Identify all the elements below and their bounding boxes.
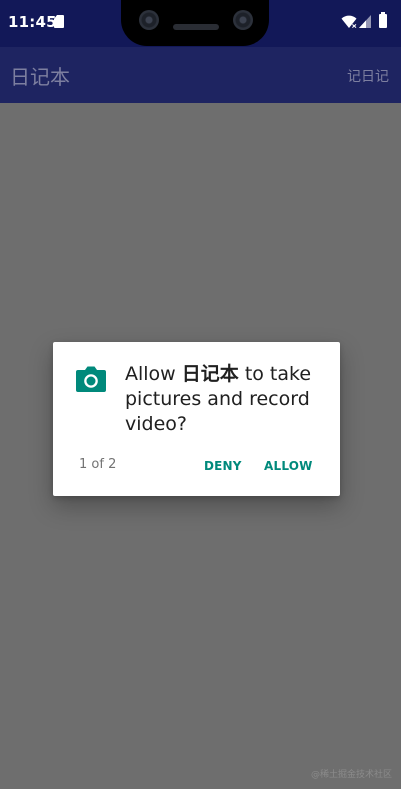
write-diary-action[interactable]: 记日记: [347, 66, 389, 86]
allow-button[interactable]: ALLOW: [264, 450, 312, 482]
signal-icon: [359, 15, 371, 28]
permission-counter: 1 of 2: [79, 457, 117, 472]
app-bar: 日记本 记日记: [0, 47, 401, 103]
sd-card-icon: [54, 15, 64, 28]
front-sensor-icon: [233, 10, 253, 30]
camera-icon: [76, 366, 106, 392]
deny-button[interactable]: DENY: [204, 450, 242, 482]
earpiece-speaker: [173, 24, 219, 30]
battery-icon: [379, 12, 387, 28]
status-bar: 11:45: [0, 0, 401, 47]
app-title: 日记本: [10, 65, 70, 89]
status-time: 11:45: [8, 13, 57, 31]
message-prefix: Allow: [125, 363, 182, 385]
message-app-name: 日记本: [181, 363, 239, 385]
permission-dialog: Allow 日记本 to take pictures and record vi…: [53, 342, 340, 496]
watermark: @稀土掘金技术社区: [310, 770, 392, 780]
device-notch: [121, 0, 269, 46]
front-camera-icon: [139, 10, 159, 30]
permission-message: Allow 日记本 to take pictures and record vi…: [125, 362, 319, 437]
wifi-icon: [341, 15, 357, 28]
